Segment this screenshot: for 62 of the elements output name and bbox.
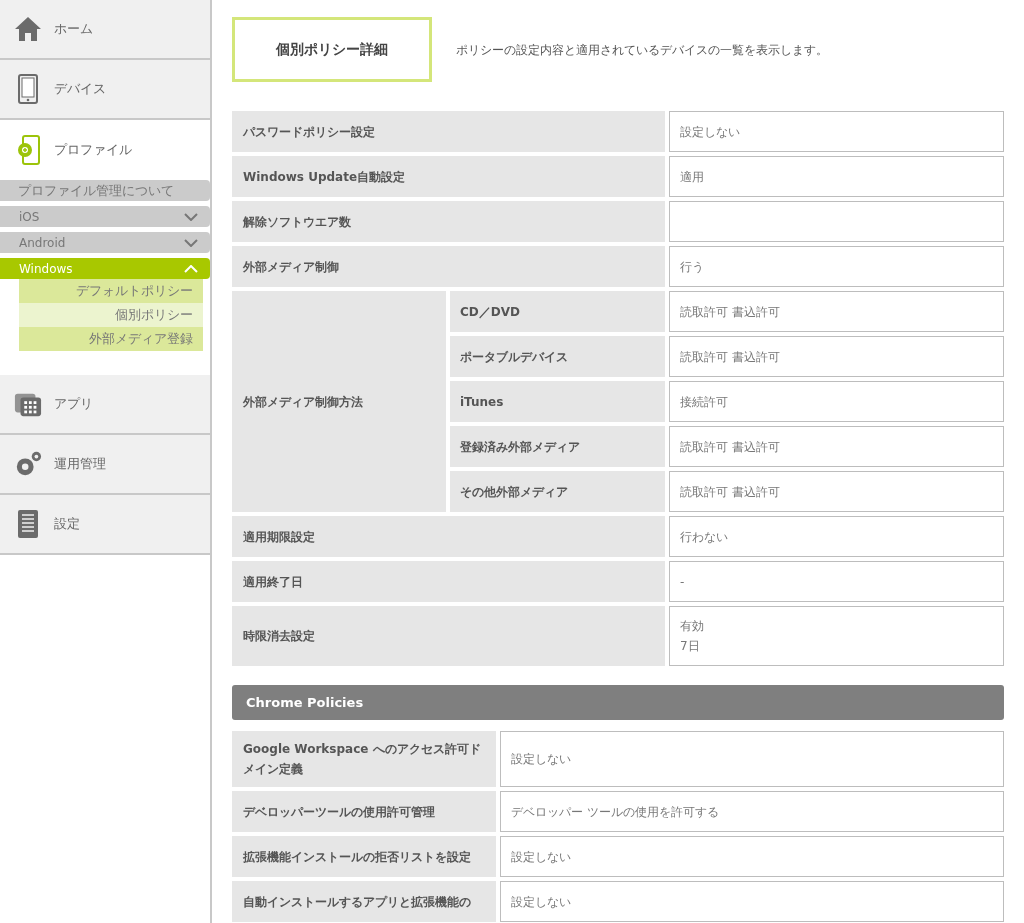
value-cell: - (669, 561, 1004, 602)
group-label: Android (19, 234, 66, 252)
submenu-item[interactable]: デフォルトポリシー (19, 279, 203, 303)
label-cell: パスワードポリシー設定 (232, 111, 665, 152)
value-cell: 接続許可 (669, 381, 1004, 422)
submenu-group[interactable]: iOS (0, 206, 210, 227)
page-description: ポリシーの設定内容と適用されているデバイスの一覧を表示します。 (456, 41, 828, 59)
label-cell: デベロッパーツールの使用許可管理 (232, 791, 496, 832)
label-cell: CD／DVD (450, 291, 665, 332)
value-cell: 有効 7日 (669, 606, 1004, 666)
value-cell: 設定しない (500, 731, 1004, 787)
value-cell: 設定しない (500, 881, 1004, 922)
label-cell: Windows Update自動設定 (232, 156, 665, 197)
nav-label: アプリ (54, 395, 93, 414)
label-cell: iTunes (450, 381, 665, 422)
value-cell: デベロッパー ツールの使用を許可する (500, 791, 1004, 832)
phone-gear-icon (15, 135, 41, 165)
nav-item[interactable]: アプリ (0, 375, 210, 435)
label-cell: 時限消去設定 (232, 606, 665, 666)
nav-label: ホーム (54, 20, 93, 39)
chevron-down-icon (184, 212, 198, 221)
nav-label: デバイス (54, 80, 106, 99)
label-cell: 適用期限設定 (232, 516, 665, 557)
label-cell: ポータブルデバイス (450, 336, 665, 377)
nav-label: プロファイル (54, 141, 132, 160)
nav-item[interactable]: 設定 (0, 495, 210, 555)
group-label: Windows (19, 260, 73, 278)
label-cell: 解除ソフトウエア数 (232, 201, 665, 242)
nav-item[interactable]: 運用管理 (0, 435, 210, 495)
document-icon (17, 509, 39, 539)
smartphone-icon (18, 74, 38, 104)
label-cell: 外部メディア制御 (232, 246, 665, 287)
chevron-up-icon (184, 264, 198, 273)
section-header: Chrome Policies (232, 685, 1004, 720)
label-cell: 外部メディア制御方法 (232, 291, 446, 512)
value-cell: 読取許可 書込許可 (669, 471, 1004, 512)
home-icon (14, 16, 42, 42)
label-cell: 拡張機能インストールの拒否リストを設定 (232, 836, 496, 877)
submenu-group[interactable]: Android (0, 232, 210, 253)
submenu-link[interactable]: プロファイル管理について (0, 180, 210, 201)
group-label: iOS (19, 208, 40, 226)
label-cell: 自動インストールするアプリと拡張機能の (232, 881, 496, 922)
label-cell: 登録済み外部メディア (450, 426, 665, 467)
chevron-down-icon (184, 238, 198, 247)
label-cell: Google Workspace へのアクセス許可ドメイン定義 (232, 731, 496, 787)
nav-item[interactable]: デバイス (0, 60, 210, 120)
value-cell: 読取許可 書込許可 (669, 336, 1004, 377)
value-cell: 行わない (669, 516, 1004, 557)
nav-item[interactable]: ホーム (0, 0, 210, 60)
label-cell: その他外部メディア (450, 471, 665, 512)
value-cell: 読取許可 書込許可 (669, 426, 1004, 467)
value-cell: 読取許可 書込許可 (669, 291, 1004, 332)
page-title: 個別ポリシー詳細 (232, 17, 432, 82)
value-cell: 設定しない (669, 111, 1004, 152)
value-cell: 設定しない (500, 836, 1004, 877)
label-cell: 適用終了日 (232, 561, 665, 602)
nav-label: 設定 (54, 515, 80, 534)
value-cell: 適用 (669, 156, 1004, 197)
value-cell: 行う (669, 246, 1004, 287)
nav-label: 運用管理 (54, 455, 106, 474)
submenu-item[interactable]: 個別ポリシー (19, 303, 203, 327)
submenu-item[interactable]: 外部メディア登録 (19, 327, 203, 351)
